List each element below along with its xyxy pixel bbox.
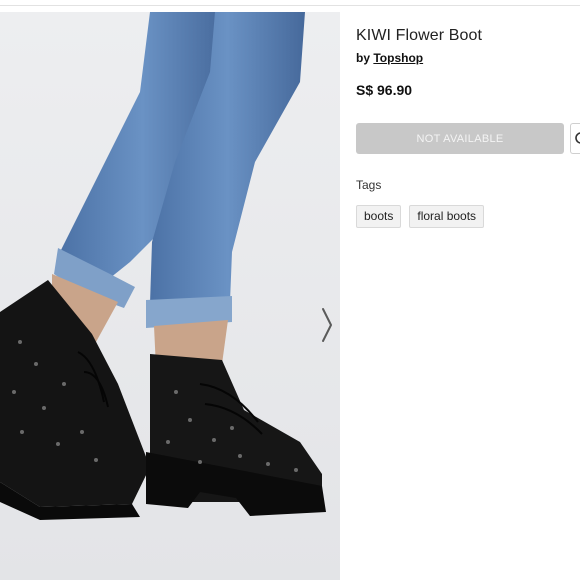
heart-icon [575,132,580,144]
product-price: S$ 96.90 [356,82,413,98]
tags-heading: Tags [356,178,382,192]
product-photo [0,12,340,580]
brand-link[interactable]: Topshop [373,51,423,65]
product-image-gallery[interactable] [0,12,340,580]
gallery-next-button[interactable] [318,304,336,346]
product-byline: by Topshop [356,51,580,65]
tag-floral-boots[interactable]: floral boots [409,205,485,228]
tag-boots[interactable]: boots [356,205,402,228]
product-actions: NOT AVAILABLE [356,123,580,154]
not-available-button[interactable]: NOT AVAILABLE [356,123,564,154]
tag-list: boots floral boots [356,205,580,228]
product-details: KIWI Flower Boot by Topshop S$ 96.90 NOT… [356,26,580,228]
byline-prefix: by [356,51,371,65]
like-button[interactable] [570,123,580,154]
chevron-right-icon [322,308,332,342]
product-title: KIWI Flower Boot [356,27,483,44]
top-divider [0,0,580,6]
